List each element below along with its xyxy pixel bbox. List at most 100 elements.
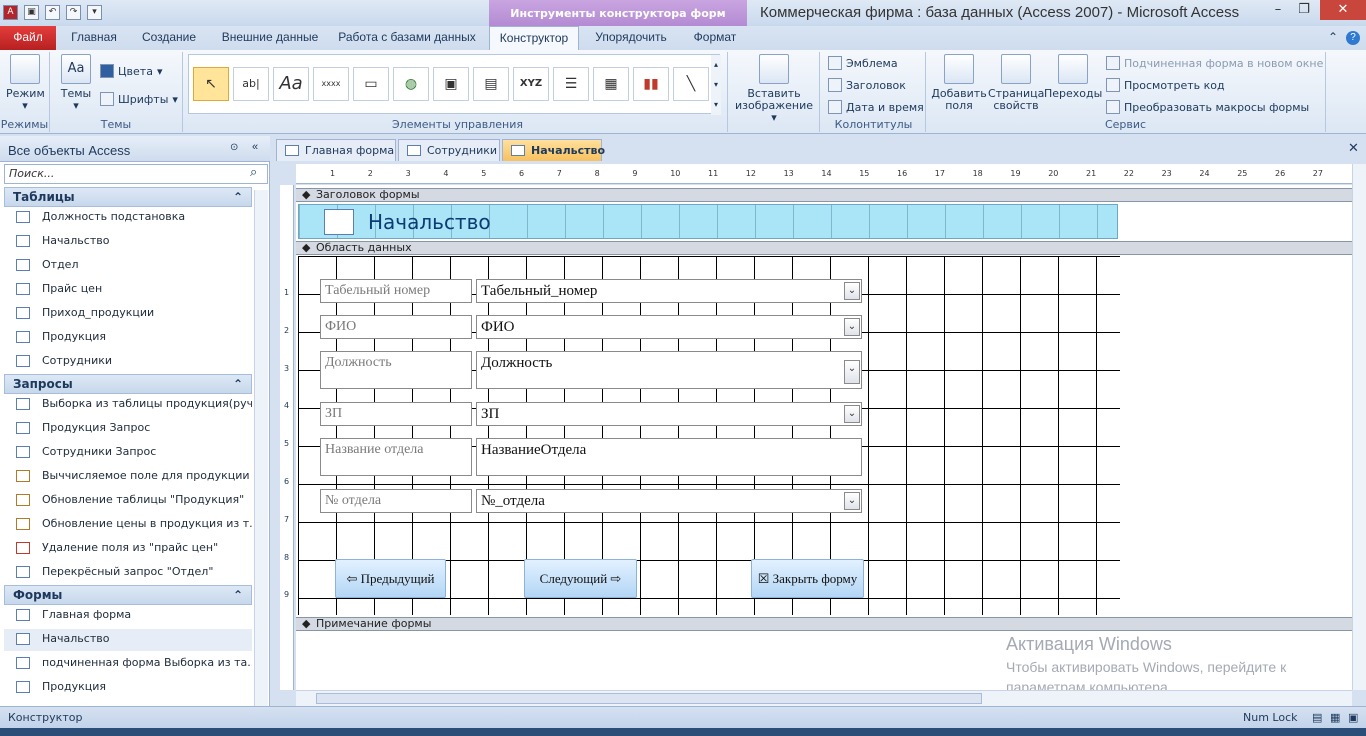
field-textbox[interactable]: НазваниеОтдела [476, 438, 862, 476]
doc-tab-employees[interactable]: Сотрудники [398, 139, 500, 161]
nav-menu-icon[interactable]: ⊙ [230, 142, 238, 153]
nav-item-table[interactable]: Приход_продукции [4, 303, 252, 325]
form-view-icon[interactable]: ▤ [1312, 711, 1322, 724]
form-header-bar[interactable]: ◆ Заголовок формы [296, 188, 1352, 202]
form-title[interactable]: Начальство [368, 210, 491, 234]
title-button[interactable]: Заголовок [828, 78, 906, 92]
themes-button[interactable]: Aa Темы ▾ [56, 54, 96, 112]
nav-item-query[interactable]: Выччисляемое поле для продукции [4, 466, 252, 488]
tab-home[interactable]: Главная [62, 26, 126, 50]
field-label[interactable]: Табельный номер [320, 279, 472, 303]
search-icon[interactable]: ⌕ [250, 165, 257, 180]
nav-item-table[interactable]: Прайс цен [4, 279, 252, 301]
save-icon[interactable]: ▣ [24, 4, 39, 20]
nav-item-query[interactable]: Обновление цены в продукция из т... [4, 514, 252, 536]
field-label[interactable]: ЗП [320, 402, 472, 426]
tab-arrange[interactable]: Упорядочить [584, 26, 678, 50]
datetime-button[interactable]: Дата и время [828, 100, 924, 114]
previous-record-button[interactable]: ⇦ Предыдущий [335, 559, 446, 598]
nav-item-query[interactable]: Удаление поля из "прайс цен" [4, 538, 252, 560]
nav-item-query[interactable]: Выборка из таблицы продукция(руч... [4, 394, 252, 416]
nav-search-input[interactable]: Поиск... [4, 164, 268, 184]
detail-section-bar[interactable]: ◆ Область данных [296, 241, 1352, 255]
line-control-icon[interactable]: ╲ [673, 67, 709, 101]
nav-item-query[interactable]: Продукция Запрос [4, 418, 252, 440]
nav-item-table[interactable]: Отдел [4, 255, 252, 277]
close-window-icon[interactable]: ✕ [1320, 0, 1366, 20]
field-label[interactable]: Должность [320, 351, 472, 389]
next-record-button[interactable]: Следующий ⇨ [524, 559, 637, 598]
collapse-icon[interactable]: ⌃ [233, 588, 243, 602]
web-browser-control-icon[interactable]: ▣ [433, 67, 469, 101]
nav-header[interactable]: Все объекты Access ⊙ « [0, 136, 270, 162]
nav-item-table[interactable]: Сотрудники [4, 351, 252, 373]
view-button[interactable]: Режим ▾ [6, 54, 45, 112]
close-document-icon[interactable]: ✕ [1348, 141, 1359, 156]
tab-create[interactable]: Создание [132, 26, 206, 50]
tab-order-button[interactable]: Переходы [1044, 54, 1102, 100]
option-group-control-icon[interactable]: XYZ [513, 67, 549, 101]
undo-icon[interactable]: ↶ [45, 4, 60, 20]
nav-item-form[interactable]: Продукция [4, 677, 252, 699]
tab-file[interactable]: Файл [0, 26, 56, 50]
field-label[interactable]: № отдела [320, 489, 472, 513]
doc-tab-main-form[interactable]: Главная форма [276, 139, 396, 161]
page-break-control-icon[interactable]: ☰ [553, 67, 589, 101]
form-footer-bar[interactable]: ◆ Примечание формы [296, 617, 1352, 631]
nav-section-forms[interactable]: Формы ⌃ [4, 585, 252, 605]
property-sheet-button[interactable]: Страница свойств [988, 54, 1044, 112]
field-combo[interactable]: Табельный_номер ⌄ [476, 279, 862, 303]
button-control-icon[interactable]: xxxx [313, 67, 349, 101]
field-label[interactable]: Название отдела [320, 438, 472, 476]
restore-icon[interactable]: ❐ [1291, 0, 1317, 20]
dropdown-arrow-icon[interactable]: ⌄ [844, 492, 860, 510]
dropdown-arrow-icon[interactable]: ⌄ [844, 360, 860, 384]
nav-item-query[interactable]: Обновление таблицы "Продукция" [4, 490, 252, 512]
colors-button[interactable]: Цвета ▾ [100, 64, 162, 78]
nav-section-queries[interactable]: Запросы ⌃ [4, 374, 252, 394]
convert-macros-button[interactable]: Преобразовать макросы формы [1106, 100, 1309, 114]
vertical-scrollbar[interactable] [1352, 164, 1366, 690]
textbox-control-icon[interactable]: ab| [233, 67, 269, 101]
subform-new-window-button[interactable]: Подчиненная форма в новом окне [1106, 56, 1323, 70]
access-logo-icon[interactable]: A [3, 4, 18, 20]
add-fields-button[interactable]: Добавить поля [930, 54, 988, 112]
combo-box-control-icon[interactable]: ▦ [593, 67, 629, 101]
nav-section-tables[interactable]: Таблицы ⌃ [4, 187, 252, 207]
hyperlink-control-icon[interactable]: ◍ [393, 67, 429, 101]
nav-item-table[interactable]: Начальство [4, 231, 252, 253]
field-label[interactable]: ФИО [320, 315, 472, 339]
field-combo[interactable]: ФИО ⌄ [476, 315, 862, 339]
layout-view-icon[interactable]: ▦ [1330, 711, 1340, 724]
nav-item-table[interactable]: Продукция [4, 327, 252, 349]
customize-qat-icon[interactable]: ▾ [87, 4, 102, 20]
redo-icon[interactable]: ↷ [66, 4, 81, 20]
minimize-ribbon-icon[interactable]: ⌃ [1326, 26, 1340, 50]
chart-control-icon[interactable]: ▮▮ [633, 67, 669, 101]
gallery-scroll-icon[interactable]: ▴ ▾ ▾ [711, 55, 721, 115]
tab-external-data[interactable]: Внешние данные [212, 26, 328, 50]
nav-item-form[interactable]: подчиненная форма Выборка из та... [4, 653, 252, 675]
field-combo[interactable]: №_отдела ⌄ [476, 489, 862, 513]
field-combo[interactable]: Должность ⌄ [476, 351, 862, 389]
navigation-control-icon[interactable]: ▤ [473, 67, 509, 101]
nav-item-form[interactable]: Начальство [4, 629, 252, 651]
collapse-nav-icon[interactable]: « [252, 141, 258, 153]
tab-design[interactable]: Конструктор [489, 26, 579, 50]
dropdown-arrow-icon[interactable]: ⌄ [844, 405, 860, 423]
select-pointer-icon[interactable]: ↖ [193, 67, 229, 101]
collapse-icon[interactable]: ⌃ [233, 190, 243, 204]
collapse-icon[interactable]: ⌃ [233, 377, 243, 391]
insert-image-button[interactable]: Вставить изображение ▾ [732, 54, 816, 124]
nav-scrollbar[interactable] [254, 190, 268, 706]
form-logo-icon[interactable] [324, 209, 354, 235]
tab-format[interactable]: Формат [684, 26, 746, 50]
nav-item-form[interactable]: Главная форма [4, 605, 252, 627]
horizontal-scrollbar[interactable] [296, 690, 1352, 706]
help-icon[interactable]: ? [1346, 31, 1360, 45]
doc-tab-boss[interactable]: Начальство [502, 139, 605, 161]
field-combo[interactable]: ЗП ⌄ [476, 402, 862, 426]
design-view-icon[interactable]: ▣ [1348, 711, 1358, 724]
view-code-button[interactable]: Просмотреть код [1106, 78, 1225, 92]
minimize-icon[interactable]: – [1265, 0, 1291, 20]
